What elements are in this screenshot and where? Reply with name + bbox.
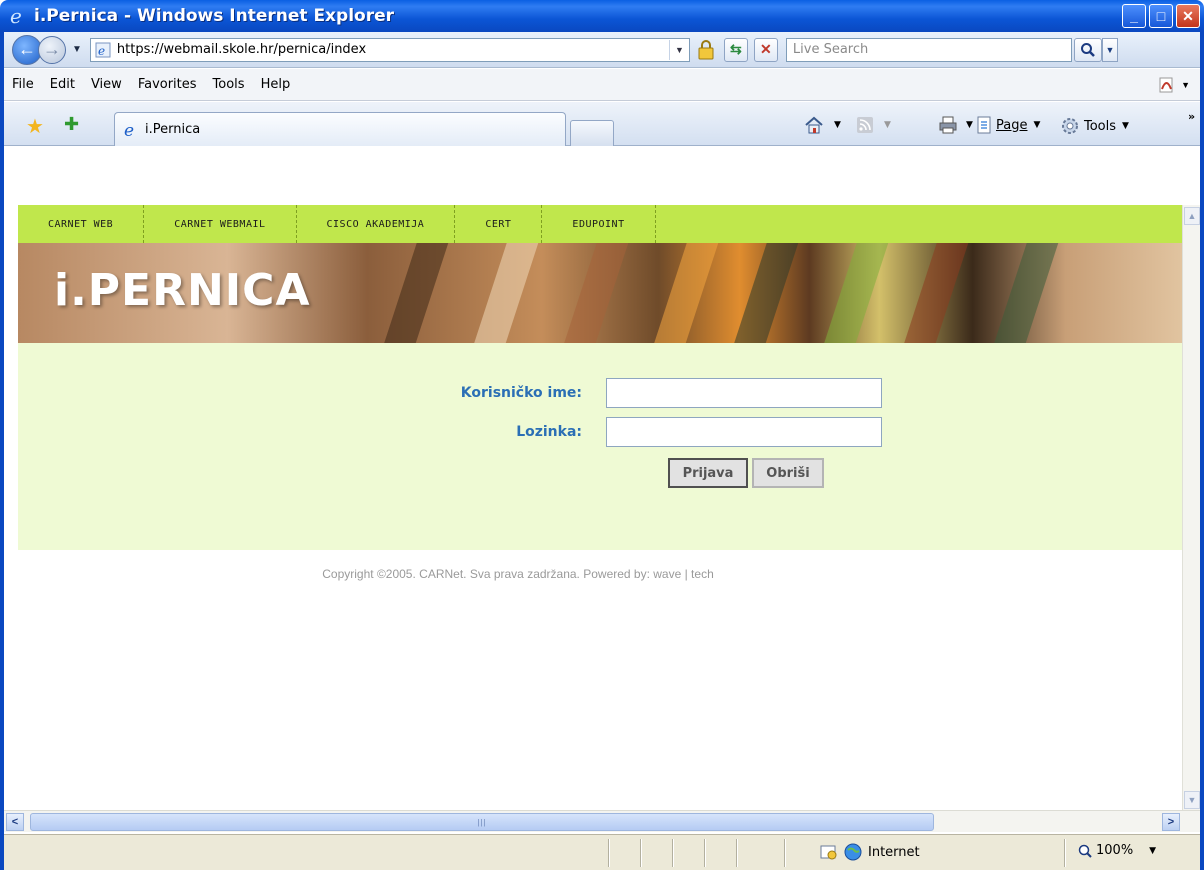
refresh-button[interactable]: ⇆: [723, 37, 748, 62]
nav-cert[interactable]: CERT: [455, 205, 543, 243]
zoom-control[interactable]: 100% ▼: [1078, 843, 1156, 858]
tools-menu-button[interactable]: Tools ▼: [1060, 116, 1129, 136]
nav-cisco-akademija[interactable]: CISCO AKADEMIJA: [297, 205, 456, 243]
menu-tools[interactable]: Tools: [213, 77, 245, 92]
window-title: i.Pernica - Windows Internet Explorer: [34, 6, 394, 26]
rss-icon: [857, 117, 873, 133]
close-button[interactable]: ✕: [1176, 4, 1200, 28]
clear-button[interactable]: Obriši: [752, 458, 824, 488]
menu-help[interactable]: Help: [261, 77, 291, 92]
username-input[interactable]: [606, 378, 882, 408]
new-tab-button[interactable]: [570, 120, 614, 146]
search-button[interactable]: [1073, 37, 1102, 62]
page-icon: e: [95, 42, 111, 58]
menu-favorites[interactable]: Favorites: [138, 77, 197, 92]
pdf-dropdown[interactable]: ▼: [1181, 80, 1190, 90]
tab-bar: ★ ✚ e i.Pernica ▼ ▼ ▼ Page ▼ Tools ▼ »: [4, 102, 1200, 146]
zoom-icon: [1078, 844, 1092, 858]
banner-image: i.PERNICA: [18, 243, 1182, 343]
nav-carnet-web[interactable]: CARNET WEB: [18, 205, 145, 243]
lock-icon[interactable]: [694, 38, 718, 62]
zone-label: Internet: [868, 844, 920, 860]
window-titlebar: e i.Pernica - Windows Internet Explorer …: [0, 0, 1204, 32]
login-button[interactable]: Prijava: [668, 458, 748, 488]
page-menu-button[interactable]: Page ▼: [976, 116, 1040, 134]
horizontal-scroll-thumb[interactable]: |||: [30, 813, 934, 831]
page-icon: [977, 116, 991, 134]
vertical-scrollbar[interactable]: ▲ ▼: [1182, 205, 1200, 813]
zoom-dropdown-icon[interactable]: ▼: [1149, 846, 1156, 856]
password-input[interactable]: [606, 417, 882, 447]
protected-mode-icon: [820, 845, 837, 860]
ie-icon: e: [10, 5, 22, 27]
search-icon: [1080, 42, 1095, 57]
search-input[interactable]: Live Search: [785, 37, 1072, 62]
copyright-text: Copyright ©2005. CARNet. Sva prava zadrž…: [322, 567, 714, 581]
username-label: Korisničko ime:: [460, 385, 582, 401]
home-button[interactable]: ▼: [804, 116, 841, 134]
menu-bar: File Edit View Favorites Tools Help ▼: [4, 69, 1200, 101]
window-border-left: [0, 32, 4, 870]
printer-icon: [939, 116, 957, 134]
feeds-button[interactable]: ▼: [856, 116, 891, 134]
ie-tab-icon: e: [124, 121, 134, 139]
scroll-down-icon[interactable]: ▼: [1184, 791, 1200, 809]
menu-file[interactable]: File: [12, 77, 34, 92]
site-logo: i.PERNICA: [54, 265, 311, 316]
pdf-icon[interactable]: [1158, 77, 1176, 93]
tab-ipernica[interactable]: e i.Pernica: [114, 112, 566, 146]
address-url: https://webmail.skole.hr/pernica/index: [116, 42, 367, 57]
svg-text:e: e: [10, 5, 22, 27]
window-border-right: [1200, 32, 1204, 870]
web-page: CARNET WEB CARNET WEBMAIL CISCO AKADEMIJ…: [18, 205, 1182, 813]
maximize-button[interactable]: □: [1149, 4, 1173, 28]
horizontal-scrollbar[interactable]: < ||| >: [4, 810, 1200, 832]
menu-view[interactable]: View: [91, 77, 122, 92]
address-field[interactable]: e https://webmail.skole.hr/pernica/index…: [89, 37, 690, 62]
username-row: Korisničko ime:: [432, 378, 882, 408]
print-button[interactable]: ▼: [938, 116, 973, 134]
status-bar: Internet 100% ▼: [4, 834, 1200, 870]
forward-button[interactable]: →: [38, 35, 66, 64]
search-provider-dropdown[interactable]: ▼: [1101, 37, 1118, 62]
scroll-up-icon[interactable]: ▲: [1184, 207, 1200, 225]
chevron-more-icon[interactable]: »: [1188, 110, 1195, 123]
scroll-right-icon[interactable]: >: [1162, 813, 1180, 831]
password-row: Lozinka:: [432, 417, 882, 447]
add-favorites-icon[interactable]: ✚: [64, 114, 79, 135]
zoom-level: 100%: [1096, 843, 1134, 858]
globe-icon: [844, 843, 862, 861]
scroll-left-icon[interactable]: <: [6, 813, 24, 831]
menu-edit[interactable]: Edit: [50, 77, 75, 92]
address-toolbar: ← → ▼ e https://webmail.skole.hr/pernica…: [4, 32, 1200, 68]
security-zone[interactable]: Internet: [820, 843, 920, 861]
favorites-center-icon[interactable]: ★: [26, 114, 44, 139]
home-icon: [805, 116, 823, 134]
nav-carnet-webmail[interactable]: CARNET WEBMAIL: [144, 205, 297, 243]
svg-text:e: e: [124, 121, 134, 139]
tools-menu-label: Tools: [1084, 118, 1117, 134]
stop-button[interactable]: ✕: [753, 37, 778, 62]
tab-label: i.Pernica: [145, 122, 201, 137]
address-dropdown[interactable]: ▼: [668, 39, 689, 60]
gear-icon: [1062, 118, 1078, 134]
nav-edupoint[interactable]: EDUPOINT: [542, 205, 656, 243]
password-label: Lozinka:: [516, 424, 582, 440]
svg-text:e: e: [98, 44, 105, 58]
minimize-button[interactable]: _: [1122, 4, 1146, 28]
site-nav: CARNET WEB CARNET WEBMAIL CISCO AKADEMIJ…: [18, 205, 1182, 243]
page-menu-label: Page: [996, 117, 1028, 133]
recent-pages-dropdown[interactable]: ▼: [72, 44, 82, 55]
